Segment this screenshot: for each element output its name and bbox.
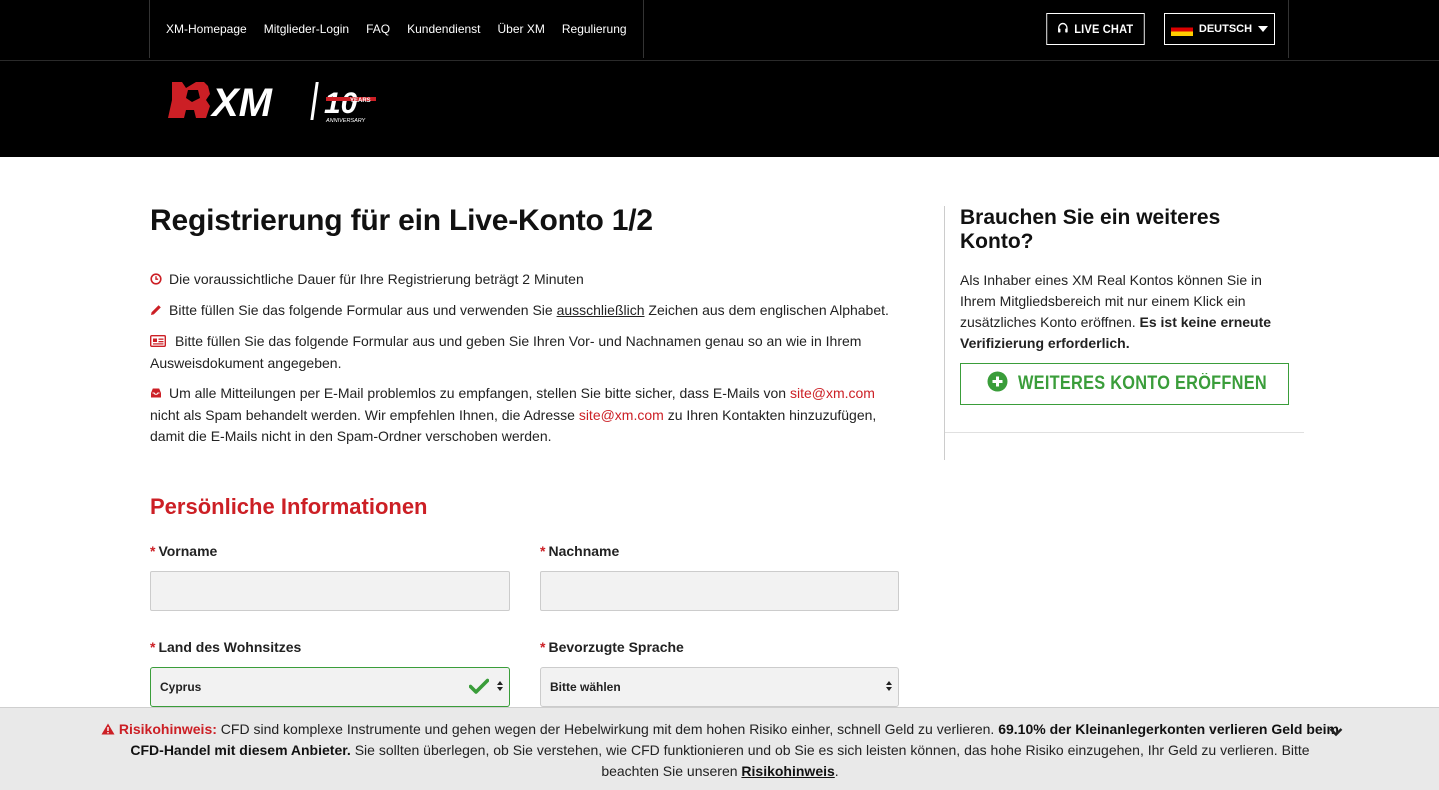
required-marker: *: [150, 543, 156, 559]
top-navigation-bar: XM-Homepage Mitglieder-Login FAQ Kundend…: [0, 0, 1439, 61]
caret-down-icon: [1258, 26, 1269, 32]
required-marker: *: [150, 639, 156, 655]
preferred-language-label-text: Bevorzugte Sprache: [548, 639, 684, 655]
info-email-text-b: nicht als Spam behandelt werden. Wir emp…: [150, 407, 579, 423]
risk-warning-text: Risikohinweis: CFD sind komplexe Instrum…: [100, 719, 1340, 782]
info-id-document: Bitte füllen Sie das folgende Formular a…: [149, 331, 905, 374]
required-marker: *: [540, 543, 546, 559]
info-alphabet: Bitte füllen Sie das folgende Formular a…: [150, 300, 905, 322]
sidebar-divider: [944, 206, 945, 460]
country-label: * Land des Wohnsitzes: [150, 639, 301, 655]
nav-link-customer-service[interactable]: Kundendienst: [407, 22, 480, 36]
select-arrows-icon: [886, 681, 892, 691]
german-flag-icon: [1170, 22, 1193, 36]
sidebar-text: Als Inhaber eines XM Real Kontos können …: [960, 270, 1290, 354]
email-link-1[interactable]: site@xm.com: [790, 385, 875, 401]
clock-icon: [150, 270, 163, 291]
open-another-account-button[interactable]: WEITERES KONTO ERÖFFNEN: [960, 363, 1289, 405]
sidebar-separator: [945, 432, 1304, 433]
info-duration: Die voraussichtliche Dauer für Ihre Regi…: [150, 269, 905, 291]
info-email: Um alle Mitteilungen per E-Mail probleml…: [150, 383, 905, 447]
country-select-value: Cyprus: [160, 680, 202, 694]
last-name-label: * Nachname: [540, 543, 619, 559]
open-another-account-label: WEITERES KONTO ERÖFFNEN: [1018, 373, 1267, 394]
last-name-field[interactable]: [540, 571, 899, 611]
inbox-icon: [150, 384, 163, 405]
first-name-field[interactable]: [150, 571, 510, 611]
top-nav-links: XM-Homepage Mitglieder-Login FAQ Kundend…: [149, 0, 644, 58]
risk-warning-text-1: CFD sind komplexe Instrumente und gehen …: [216, 721, 999, 737]
risk-warning-banner: Risikohinweis: CFD sind komplexe Instrum…: [0, 707, 1439, 790]
nav-link-regulation[interactable]: Regulierung: [562, 22, 627, 36]
warning-icon: [101, 721, 119, 737]
sidebar-title: Brauchen Sie ein weiteres Konto?: [960, 206, 1221, 253]
svg-text:ANNIVERSARY: ANNIVERSARY: [325, 118, 366, 124]
info-alphabet-emphasis: ausschließlich: [556, 302, 645, 318]
nav-link-about-xm[interactable]: Über XM: [498, 22, 545, 36]
nav-link-homepage[interactable]: XM-Homepage: [166, 22, 247, 36]
plus-circle-icon: [987, 371, 1008, 398]
info-alphabet-post: Zeichen aus dem englischen Alphabet.: [644, 302, 889, 318]
info-id-document-text: Bitte füllen Sie das folgende Formular a…: [150, 333, 862, 371]
checkmark-icon: [468, 678, 490, 697]
first-name-label: * Vorname: [150, 543, 217, 559]
language-selector[interactable]: DEUTSCH: [1164, 13, 1275, 45]
first-name-label-text: Vorname: [158, 543, 218, 559]
section-title-personal-info: Persönliche Informationen: [150, 494, 428, 519]
xm-logo[interactable]: XM 10 YEARS ANNIVERSARY: [166, 80, 378, 131]
live-chat-label: LIVE CHAT: [1074, 22, 1134, 36]
svg-text:XM: XM: [210, 81, 274, 125]
chevron-down-icon[interactable]: [1329, 724, 1343, 742]
preferred-language-value: Bitte wählen: [550, 680, 621, 694]
info-email-text-a: Um alle Mitteilungen per E-Mail probleml…: [169, 385, 790, 401]
select-arrows-icon: [497, 681, 503, 691]
info-alphabet-pre: Bitte füllen Sie das folgende Formular a…: [169, 302, 557, 318]
preferred-language-label: * Bevorzugte Sprache: [540, 639, 684, 655]
risk-warning-end: .: [834, 763, 839, 779]
id-card-icon: [149, 332, 167, 353]
svg-text:YEARS: YEARS: [350, 98, 371, 104]
page-title: Registrierung für ein Live-Konto 1/2: [150, 204, 653, 237]
headset-icon: [1058, 22, 1069, 37]
live-chat-button[interactable]: LIVE CHAT: [1046, 13, 1145, 45]
country-label-text: Land des Wohnsitzes: [158, 639, 302, 655]
required-marker: *: [540, 639, 546, 655]
nav-link-faq[interactable]: FAQ: [366, 22, 390, 36]
risk-warning-link[interactable]: Risikohinweis: [741, 763, 834, 779]
pencil-icon: [150, 301, 163, 322]
nav-divider: [1288, 0, 1289, 58]
language-label: DEUTSCH: [1198, 23, 1253, 35]
logo-bar: XM 10 YEARS ANNIVERSARY: [0, 61, 1439, 157]
nav-link-member-login[interactable]: Mitglieder-Login: [264, 22, 349, 36]
email-link-2[interactable]: site@xm.com: [579, 407, 664, 423]
preferred-language-select[interactable]: Bitte wählen: [540, 667, 899, 707]
info-duration-text: Die voraussichtliche Dauer für Ihre Regi…: [169, 271, 584, 287]
country-select[interactable]: Cyprus: [150, 667, 510, 707]
last-name-label-text: Nachname: [548, 543, 620, 559]
risk-warning-label: Risikohinweis:: [118, 721, 217, 737]
